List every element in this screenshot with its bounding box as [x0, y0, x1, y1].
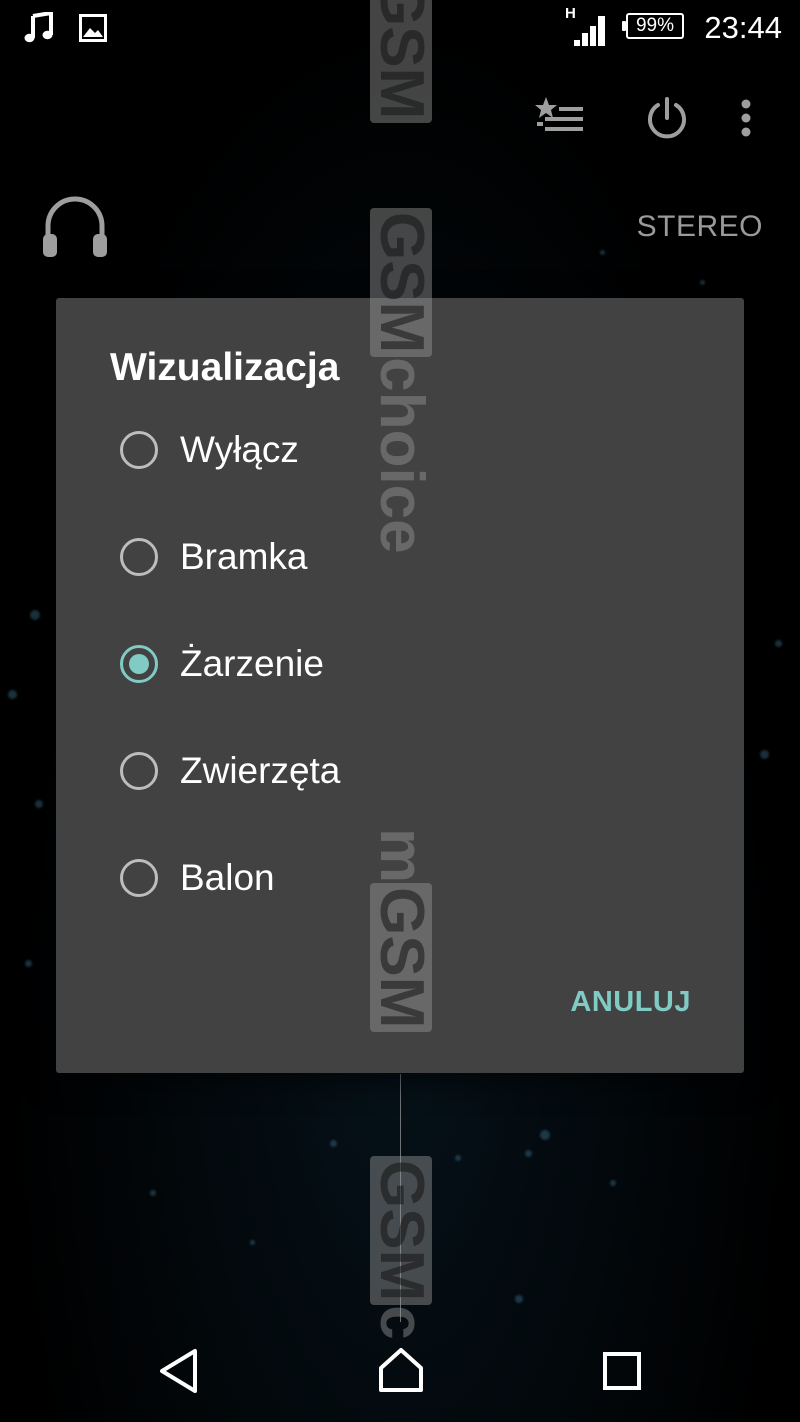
cancel-button[interactable]: ANULUJ [570, 986, 691, 1019]
watermark: GSMc [367, 1156, 436, 1340]
radio-button[interactable] [120, 859, 158, 897]
dialog-title: Wizualizacja [110, 346, 340, 389]
favorites-list-icon[interactable] [535, 97, 585, 142]
option-zarzenie[interactable]: Żarzenie [120, 634, 680, 694]
option-label: Zwierzęta [180, 750, 341, 791]
battery-icon: 99% [622, 13, 684, 39]
option-label: Wyłącz [180, 429, 299, 470]
clock: 23:44 [704, 10, 782, 45]
navigation-bar [0, 1322, 800, 1422]
headphones-icon [42, 194, 108, 263]
option-label: Żarzenie [180, 643, 324, 684]
home-icon[interactable] [377, 1346, 425, 1399]
radio-button[interactable] [120, 752, 158, 790]
screen: H 99% 23:44 STEREO Wizualizacja Wyłącz B… [0, 0, 800, 1422]
signal-icon [573, 12, 609, 51]
power-icon[interactable] [644, 96, 690, 147]
radio-button[interactable] [120, 431, 158, 469]
radio-button[interactable] [120, 538, 158, 576]
recents-icon[interactable] [603, 1352, 641, 1395]
overflow-menu-icon[interactable] [739, 99, 753, 144]
watermark: GSM [367, 0, 436, 124]
option-zwierzeta[interactable]: Zwierzęta [120, 741, 680, 801]
watermark: mGSM [367, 828, 436, 1033]
option-label: Bramka [180, 536, 308, 577]
audio-mode-label: STEREO [636, 210, 763, 243]
option-label: Balon [180, 857, 275, 898]
radio-button-selected[interactable] [120, 645, 158, 683]
watermark: GSMchoice [367, 208, 436, 554]
image-icon [79, 14, 107, 47]
music-note-icon [24, 10, 54, 49]
back-icon[interactable] [158, 1348, 200, 1399]
